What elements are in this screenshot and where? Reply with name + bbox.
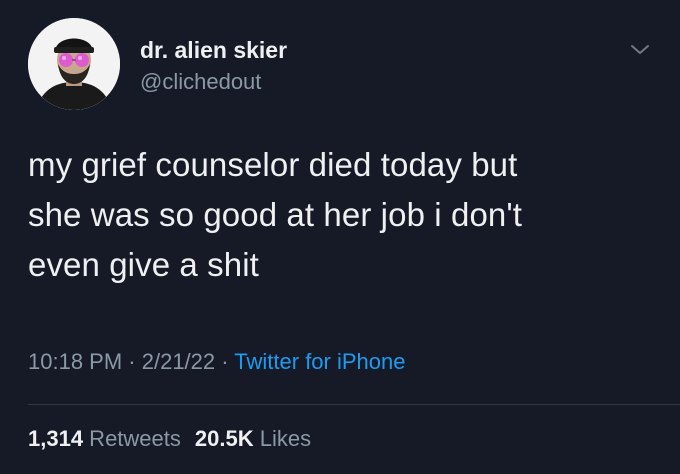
- tweet-stats: 1,314 Retweets 20.5K Likes: [28, 426, 311, 452]
- retweets-label: Retweets: [83, 426, 181, 451]
- tweet-text-line: my grief counselor died today but: [28, 146, 518, 183]
- tweet-time[interactable]: 10:18 PM: [28, 349, 122, 374]
- retweets-count: 1,314: [28, 426, 84, 451]
- divider: [28, 404, 680, 405]
- meta-separator: ·: [122, 349, 142, 374]
- tweet-card: dr. alien skier @clichedout my grief cou…: [0, 0, 680, 474]
- avatar-image: [28, 18, 120, 110]
- retweets-stat[interactable]: 1,314 Retweets: [28, 426, 181, 451]
- display-name[interactable]: dr. alien skier: [140, 37, 287, 64]
- tweet-date[interactable]: 2/21/22: [142, 349, 215, 374]
- likes-label: Likes: [253, 426, 312, 451]
- likes-count: 20.5K: [194, 426, 254, 451]
- tweet-text-line: she was so good at her job i don't: [28, 196, 523, 233]
- avatar[interactable]: [28, 18, 120, 110]
- chevron-down-icon[interactable]: [628, 38, 652, 62]
- tweet-text: my grief counselor died today but she wa…: [28, 140, 658, 290]
- meta-separator: ·: [215, 349, 235, 374]
- tweet-metadata: 10:18 PM · 2/21/22 · Twitter for iPhone: [28, 349, 405, 375]
- likes-stat[interactable]: 20.5K Likes: [195, 426, 311, 451]
- tweet-source-link[interactable]: Twitter for iPhone: [234, 349, 405, 374]
- user-handle[interactable]: @clichedout: [140, 69, 261, 95]
- tweet-text-line: even give a shit: [28, 246, 259, 283]
